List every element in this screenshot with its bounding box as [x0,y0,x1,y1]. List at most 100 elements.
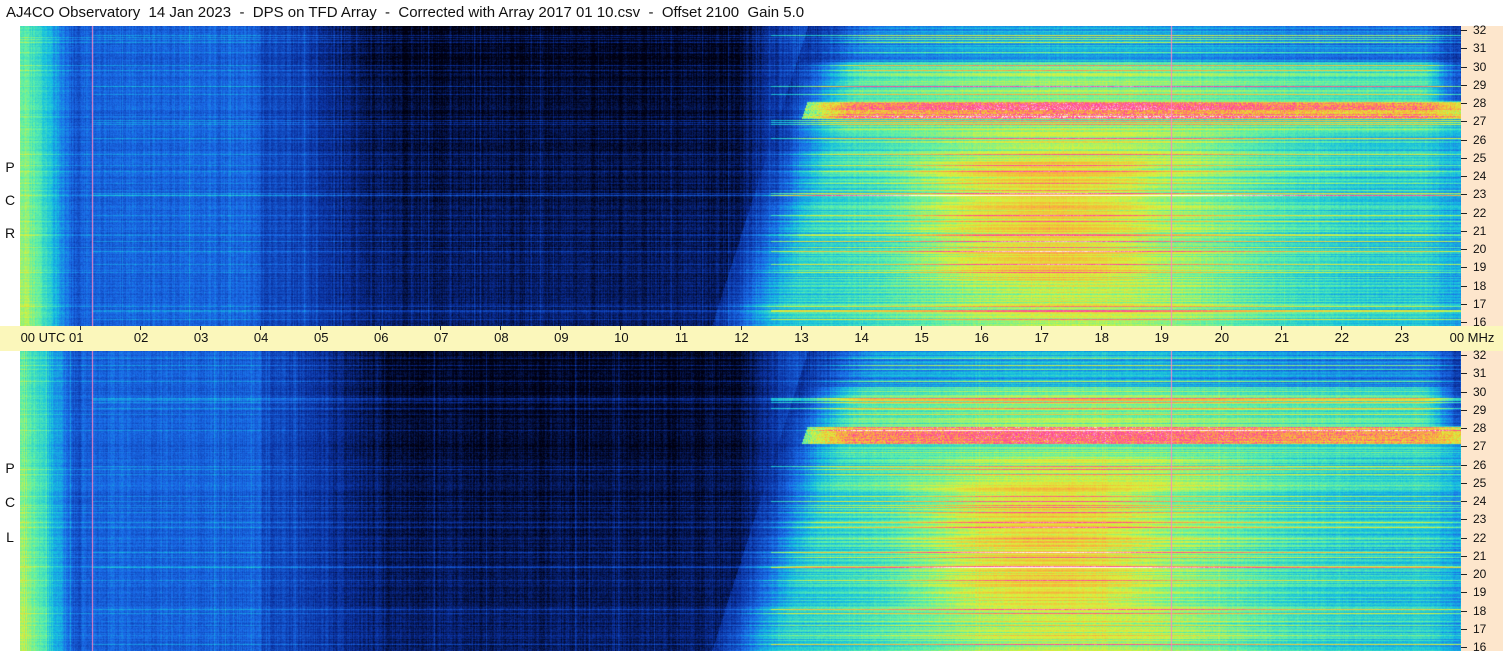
freq-tick-label: 18 [1473,279,1487,293]
time-tick [1221,326,1222,330]
lcp-polarization-label: P C L [0,351,20,651]
time-tick [680,326,681,330]
freq-tick [1461,140,1467,141]
freq-tick [1461,574,1467,575]
freq-tick [1461,483,1467,484]
time-tick-label: 22 [1334,330,1350,345]
time-tick [500,326,501,330]
freq-tick-label: 22 [1473,206,1487,220]
freq-tick-label: 25 [1473,476,1487,490]
rcp-letter-c: C [4,192,16,208]
freq-tick [1461,538,1467,539]
time-tick-label: 08 [494,330,509,345]
freq-tick-label: 30 [1473,385,1487,399]
time-tick-label: 23 [1394,330,1410,345]
time-tick [921,326,922,330]
time-tick [1101,326,1102,330]
time-tick-label: 11 [674,330,689,345]
freq-tick-label: 29 [1473,78,1487,92]
freq-tick-label: 26 [1473,458,1487,472]
freq-tick [1461,249,1467,250]
freq-tick-label: 17 [1473,297,1487,311]
time-tick [200,326,201,330]
freq-tick-label: 17 [1473,622,1487,636]
freq-tick [1461,373,1467,374]
freq-tick [1461,465,1467,466]
freq-tick-label: 23 [1473,187,1487,201]
freq-tick [1461,629,1467,630]
freq-tick-label: 16 [1473,640,1487,654]
rcp-letter-r: R [4,225,16,241]
time-axis: 00 UTC 01 02 03 04 05 06 07 08 09 10 11 12 13 14 15 16 1… [0,326,1503,351]
freq-tick [1461,592,1467,593]
time-tick-label: 13 [794,330,809,345]
freq-tick [1461,67,1467,68]
freq-tick [1461,48,1467,49]
freq-tick-label: 25 [1473,151,1487,165]
freq-tick-label: 32 [1473,348,1487,362]
freq-tick-label: 27 [1473,439,1487,453]
freq-tick [1461,85,1467,86]
freq-tick [1461,121,1467,122]
freq-tick [1461,103,1467,104]
chart-title: AJ4CO Observatory 14 Jan 2023 - DPS on T… [6,4,805,21]
rcp-polarization-label: P C R [0,26,20,326]
time-tick [560,326,561,330]
freq-tick-label: 24 [1473,494,1487,508]
time-tick-label: 04 [253,330,269,345]
time-tick-label: 20 [1214,330,1230,345]
time-tick [440,326,441,330]
freq-tick-label: 27 [1473,114,1487,128]
freq-tick [1461,213,1467,214]
rcp-frequency-axis: 32 31 30 29 28 27 26 25 24 23 22 21 20 19 18 17 16 [1461,24,1503,328]
freq-tick [1461,647,1467,648]
time-tick-label: 14 [854,330,869,345]
freq-tick [1461,30,1467,31]
time-tick [981,326,982,330]
freq-tick-label: 29 [1473,403,1487,417]
time-tick-label: 00 MHz [1449,330,1495,345]
freq-tick [1461,267,1467,268]
freq-tick-label: 21 [1473,549,1487,563]
time-tick-label: 02 [133,330,149,345]
lcp-letter-c: C [4,494,16,510]
time-tick [260,326,261,330]
freq-tick [1461,556,1467,557]
time-tick [140,326,141,330]
time-tick [1341,326,1342,330]
freq-tick [1461,304,1467,305]
freq-tick [1461,355,1467,356]
freq-tick-label: 18 [1473,604,1487,618]
freq-tick-label: 19 [1473,260,1487,274]
freq-tick [1461,231,1467,232]
time-tick-label: 19 [1154,330,1170,345]
freq-tick [1461,194,1467,195]
time-tick [1041,326,1042,330]
freq-tick-label: 28 [1473,421,1487,435]
rcp-letter-p: P [5,159,15,175]
time-tick-label: 10 [614,330,629,345]
time-tick-label: 07 [434,330,449,345]
rcp-spectrogram-canvas [20,26,1461,326]
freq-tick-label: 20 [1473,567,1487,581]
time-tick [1161,326,1162,330]
freq-tick-label: 22 [1473,531,1487,545]
time-tick-label: 17 [1034,330,1049,345]
freq-tick [1461,428,1467,429]
lcp-spectrogram-canvas [20,351,1461,651]
time-tick [801,326,802,330]
time-tick [741,326,742,330]
time-tick-label: 21 [1274,330,1290,345]
time-tick-label: 09 [554,330,569,345]
freq-tick-label: 28 [1473,96,1487,110]
freq-tick [1461,286,1467,287]
freq-tick [1461,158,1467,159]
time-tick [80,326,81,330]
freq-tick [1461,410,1467,411]
freq-tick-label: 31 [1473,41,1487,55]
freq-tick [1461,501,1467,502]
time-tick [380,326,381,330]
time-tick-label: 05 [313,330,329,345]
time-tick [620,326,621,330]
time-tick [1281,326,1282,330]
